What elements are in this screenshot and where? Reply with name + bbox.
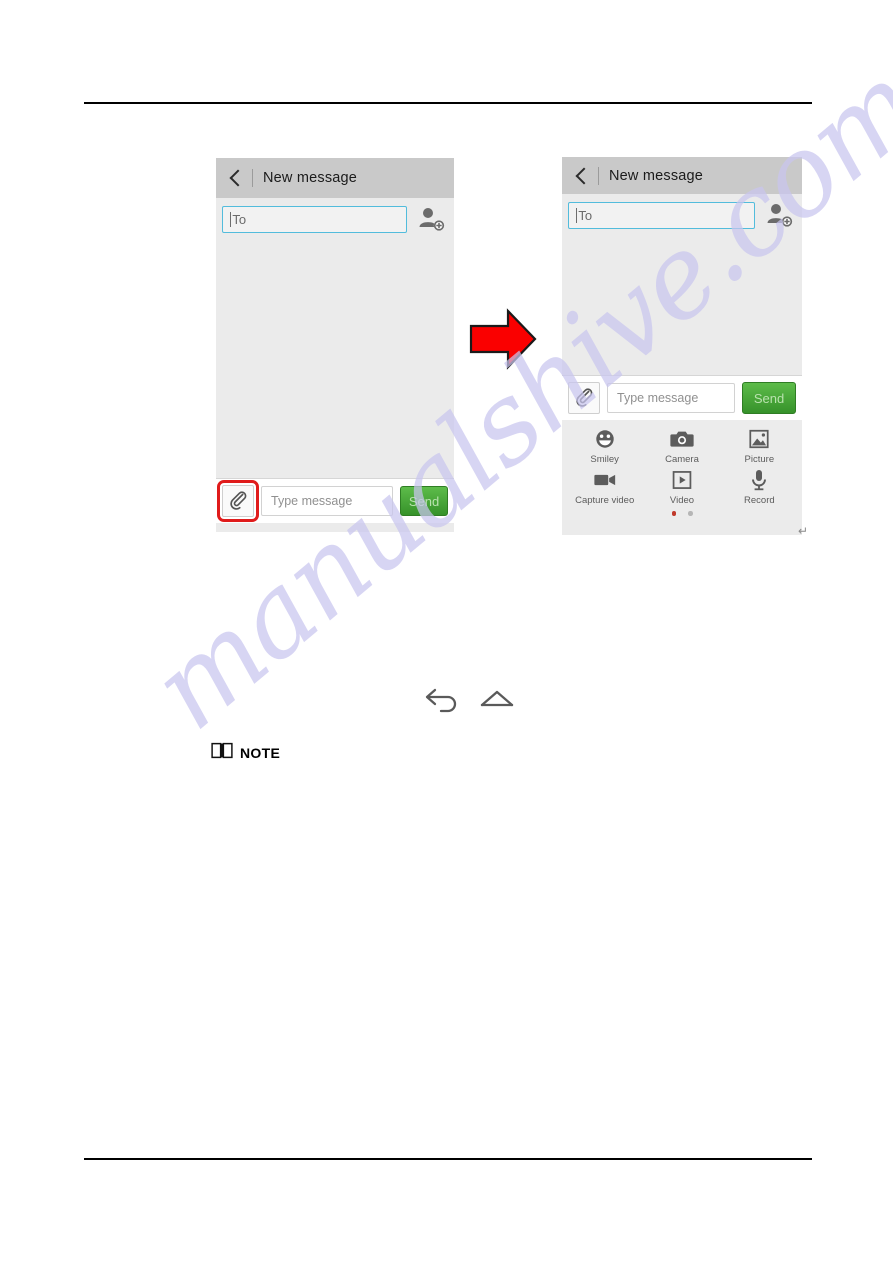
page-dot-inactive[interactable] [688,511,693,516]
attachment-panel: Smiley Camera Picture Capture video Vide… [562,420,802,520]
message-input[interactable]: Type message [607,383,735,413]
book-icon [211,741,233,764]
back-arrow-icon [425,688,457,713]
to-input[interactable]: To [222,205,407,233]
paperclip-icon[interactable] [568,382,600,414]
video-play-icon [671,467,693,493]
home-icon [480,690,514,707]
compose-bar-left: Type message Send [216,478,454,523]
note-label: NOTE [240,744,281,761]
paragraph-return-mark: ↵ [798,524,809,538]
page-footer-rule [84,1158,812,1160]
page-title: New message [609,167,704,184]
attachment-label: Record [744,495,775,506]
message-input[interactable]: Type message [261,486,393,516]
phone-screen-left: New message To Type message Send [216,158,454,532]
to-row-right: To [562,194,802,236]
send-button[interactable]: Send [400,486,448,516]
message-list-right [562,236,802,375]
attachment-label: Camera [665,454,699,465]
camera-icon [670,426,694,452]
right-arrow-icon [468,306,538,372]
add-contact-icon[interactable] [764,200,794,230]
attachment-item-record[interactable]: Record [721,467,798,506]
attachment-label: Capture video [575,495,635,506]
titlebar-divider [598,166,599,185]
send-button[interactable]: Send [742,382,796,414]
attachment-item-camera[interactable]: Camera [643,426,720,465]
chevron-left-icon[interactable] [226,169,244,187]
attachment-item-capture-video[interactable]: Capture video [566,467,643,506]
to-input[interactable]: To [568,201,755,229]
titlebar-right: New message [562,157,802,194]
smiley-icon [594,426,616,452]
message-placeholder: Type message [617,391,699,405]
attachment-label: Video [669,495,695,506]
to-placeholder: To [578,207,593,223]
microphone-icon [749,467,769,493]
picture-icon [748,426,770,452]
titlebar-divider [252,169,253,187]
titlebar-left: New message [216,158,454,198]
camcorder-icon [593,467,617,493]
attachment-label: Picture [744,454,775,465]
phone-screen-right: New message To Type message Send Smiley … [562,157,802,535]
page-header-rule [84,102,812,104]
compose-bar-right: Type message Send [562,375,802,420]
page-indicator [566,511,798,516]
attachment-item-picture[interactable]: Picture [721,426,798,465]
page-dot-active[interactable] [671,511,676,516]
note-block: NOTE [211,741,280,764]
text-caret [576,207,578,223]
chevron-left-icon[interactable] [572,167,590,185]
attachment-grid: Smiley Camera Picture Capture video Vide… [566,426,798,506]
navigation-icons [412,680,532,714]
add-contact-icon[interactable] [416,204,446,234]
attachment-item-smiley[interactable]: Smiley [566,426,643,465]
page-title: New message [263,170,358,186]
to-row-left: To [216,198,454,240]
to-placeholder: To [232,211,247,227]
paperclip-icon[interactable] [217,480,259,522]
attachment-label: Smiley [590,454,619,465]
attachment-item-video[interactable]: Video [643,467,720,506]
message-list-left [216,240,454,478]
message-placeholder: Type message [271,494,353,508]
text-caret [230,211,232,227]
